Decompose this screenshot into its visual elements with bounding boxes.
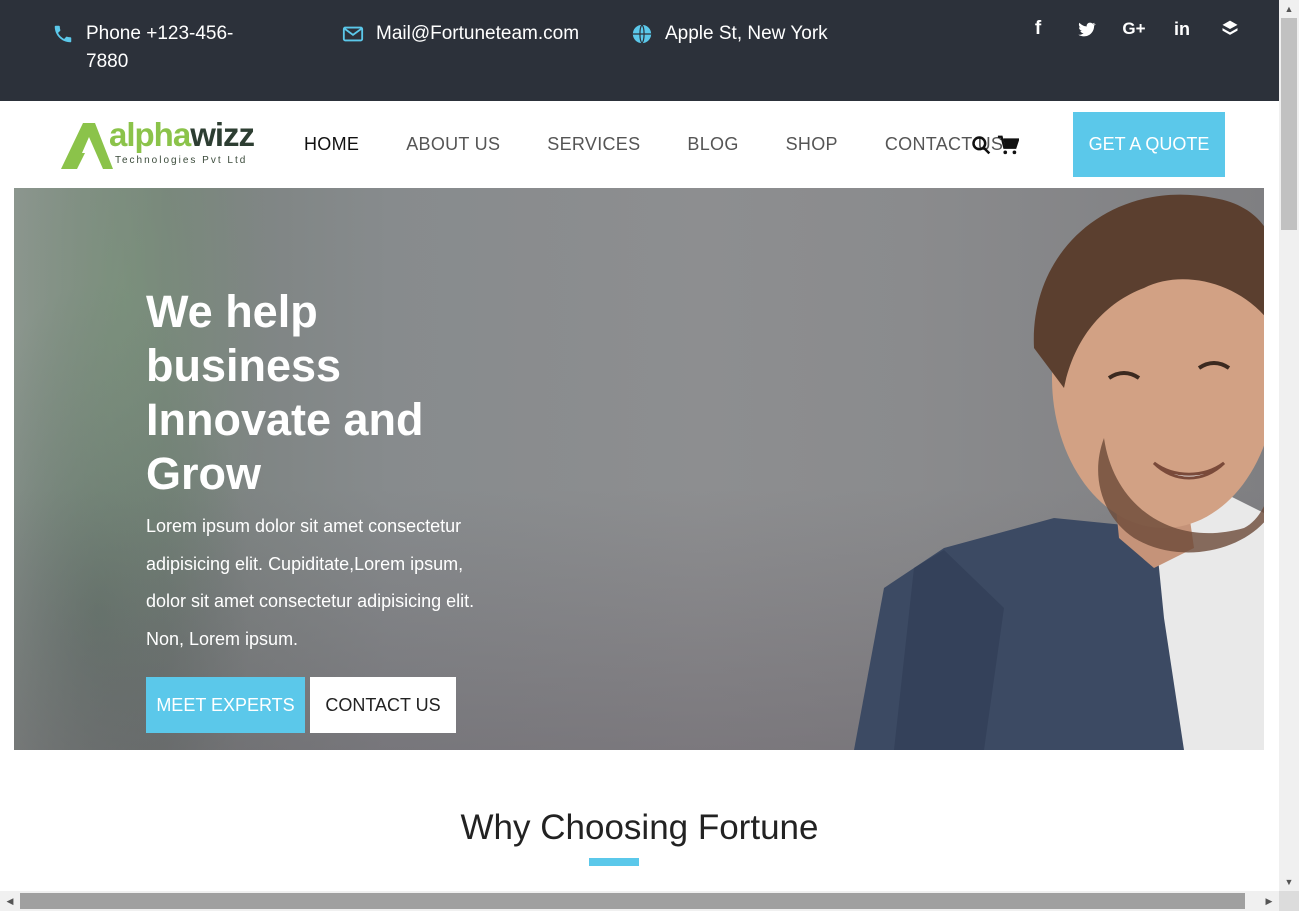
twitter-icon[interactable] [1073,16,1099,42]
scroll-up-arrow-icon[interactable]: ▲ [1279,0,1299,18]
nav-item-shop[interactable]: SHOP [786,134,838,155]
vertical-scrollbar[interactable]: ▲ ▼ [1279,0,1299,891]
brand-logo[interactable]: alphawizz Technologies Pvt Ltd [57,117,272,173]
section-title-underline [589,858,639,866]
top-info-bar: Phone +123-456-7880 Mail@Fortuneteam.com… [0,0,1279,101]
main-navbar: alphawizz Technologies Pvt Ltd HOME ABOU… [0,101,1279,188]
address-info: Apple St, New York [631,20,828,48]
nav-item-about-us[interactable]: ABOUT US [406,134,500,155]
scroll-left-arrow-icon[interactable]: ◀ [0,891,20,911]
get-a-quote-button[interactable]: GET A QUOTE [1073,112,1225,177]
meet-experts-button[interactable]: MEET EXPERTS [146,677,305,733]
social-links: f G+ in [1025,16,1243,42]
mail-text[interactable]: Mail@Fortuneteam.com [376,20,579,48]
layers-icon[interactable] [1217,16,1243,42]
hero-person-image [854,194,1264,750]
horizontal-scrollbar[interactable]: ◀ ▶ [0,891,1279,911]
nav-item-services[interactable]: SERVICES [547,134,640,155]
phone-info: Phone +123-456-7880 [52,20,252,76]
mail-info[interactable]: Mail@Fortuneteam.com [342,20,579,48]
hero-description: Lorem ipsum dolor sit amet consectetur a… [146,516,475,649]
globe-icon [632,24,652,44]
contact-us-button[interactable]: CONTACT US [310,677,456,733]
scroll-right-arrow-icon[interactable]: ▶ [1259,891,1279,911]
nav-icons [971,134,1019,156]
hero-banner: We help business Innovate and Grow Lorem… [14,188,1264,750]
scroll-down-arrow-icon[interactable]: ▼ [1279,873,1299,891]
search-icon[interactable] [971,134,991,156]
facebook-icon[interactable]: f [1025,16,1051,42]
primary-nav: HOME ABOUT US SERVICES BLOG SHOP CONTACT… [304,134,1003,155]
phone-text: Phone +123-456-7880 [86,23,234,72]
phone-icon [54,25,72,43]
nav-item-home[interactable]: HOME [304,134,359,155]
google-plus-icon[interactable]: G+ [1121,16,1147,42]
hero-title: We help business Innovate and Grow [146,286,424,499]
vertical-scroll-thumb[interactable] [1281,18,1297,230]
mail-icon [342,26,364,42]
cart-icon[interactable] [997,134,1019,156]
linkedin-icon[interactable]: in [1169,16,1195,42]
brand-tagline: Technologies Pvt Ltd [115,155,248,166]
address-text: Apple St, New York [665,23,828,44]
horizontal-scroll-thumb[interactable] [20,893,1245,909]
logo-mark-icon [61,123,113,169]
section-title: Why Choosing Fortune [460,808,819,847]
nav-item-blog[interactable]: BLOG [687,134,738,155]
brand-name: alphawizz [109,116,255,153]
